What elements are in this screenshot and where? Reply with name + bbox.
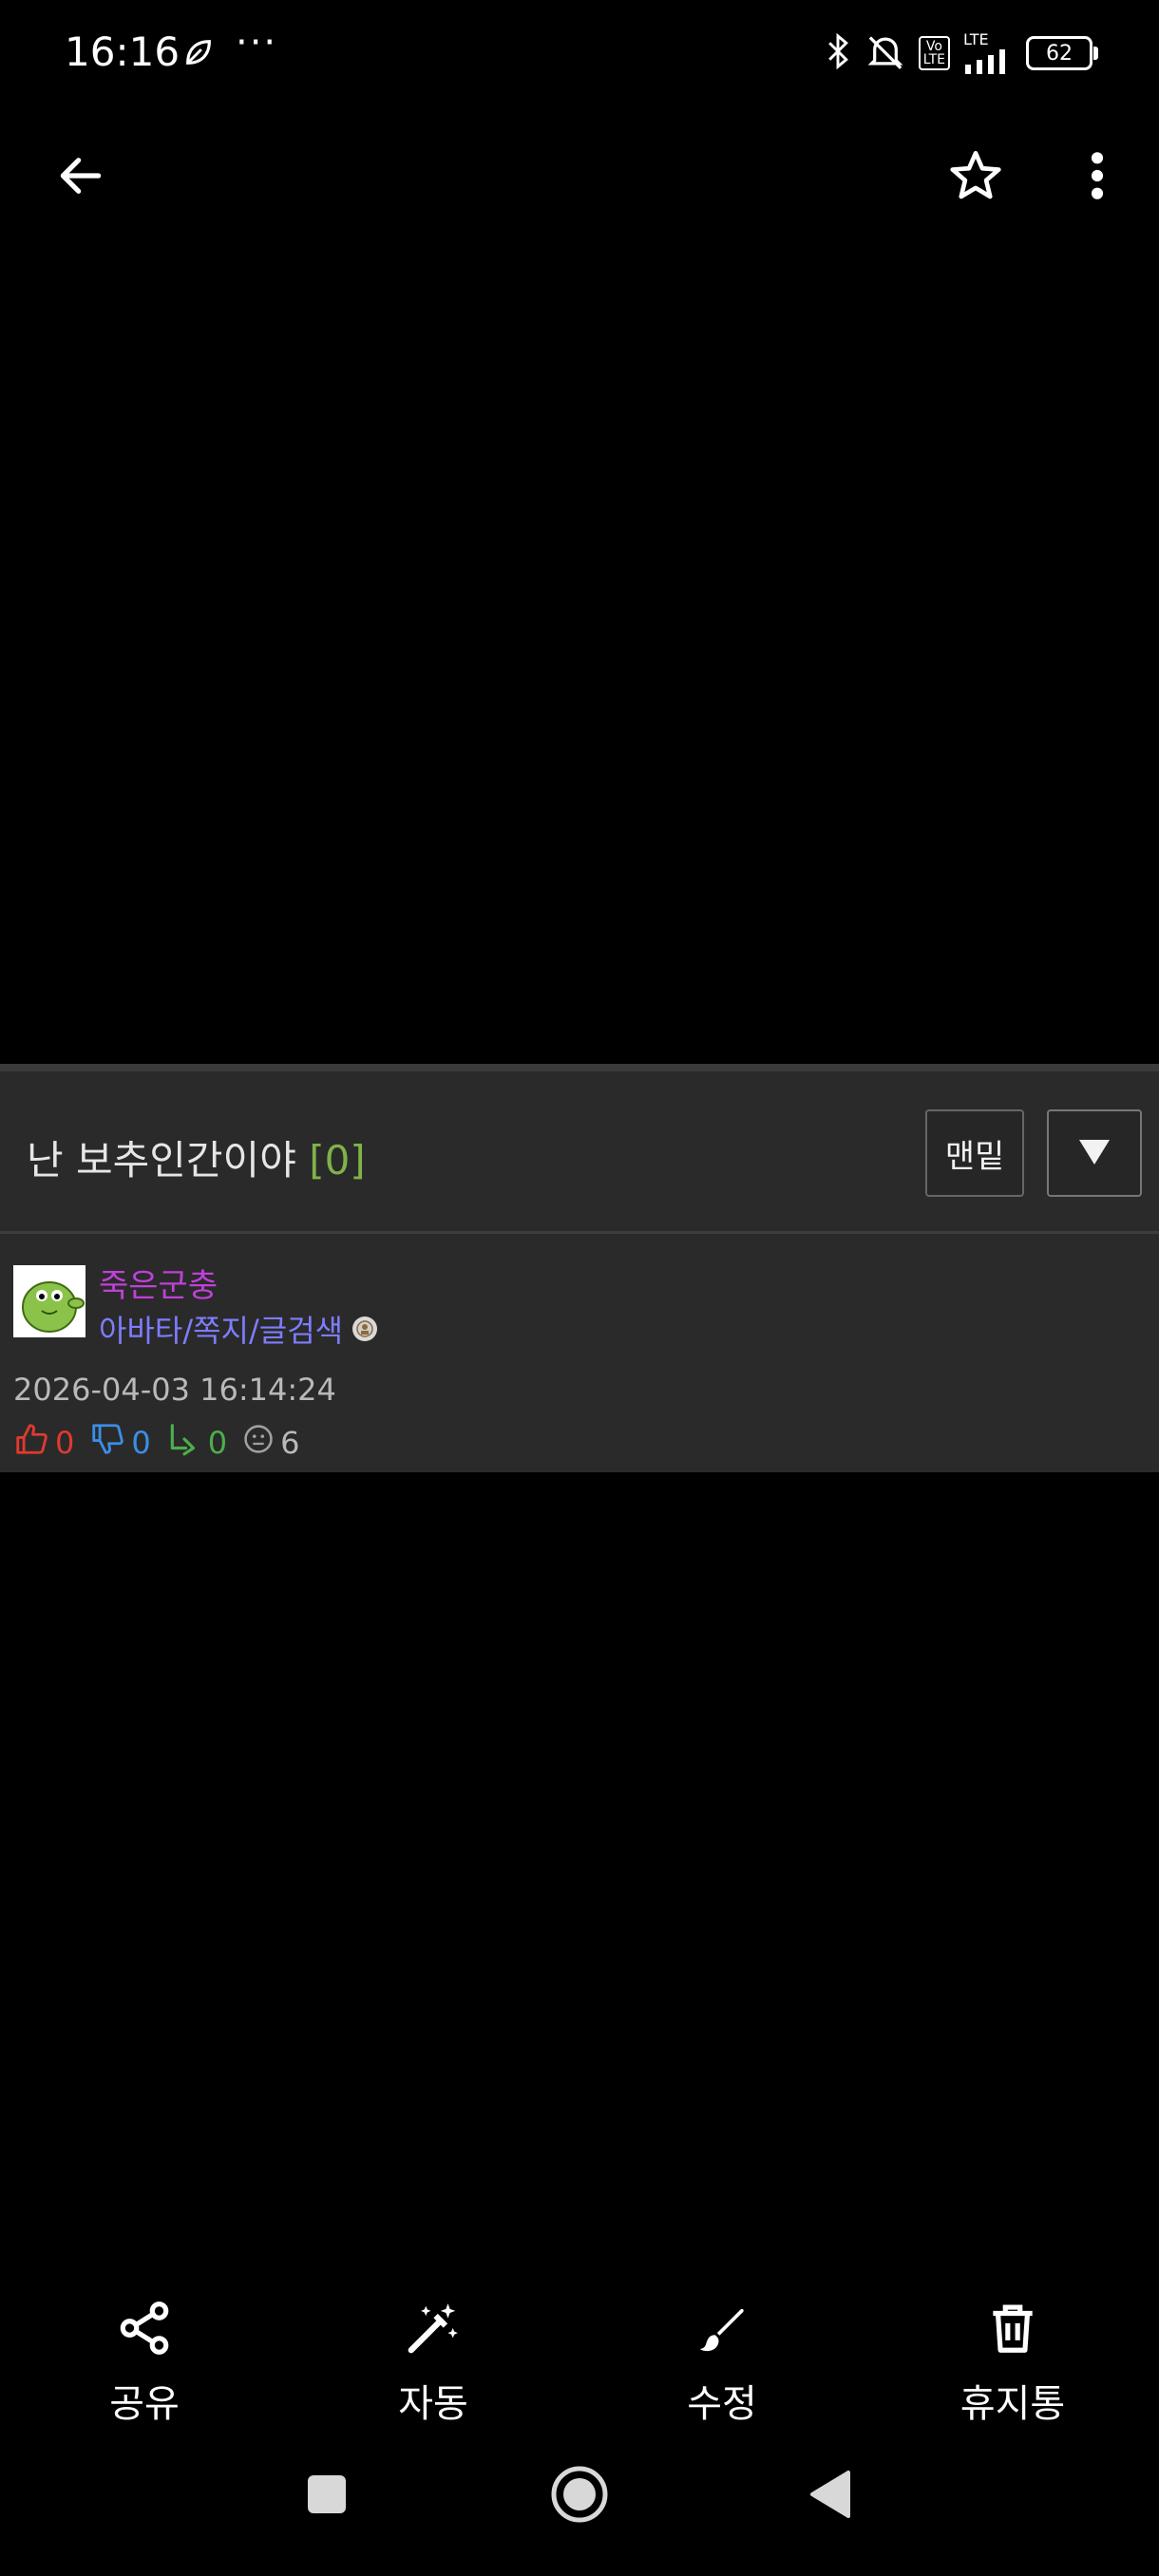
favorite-button[interactable] — [942, 144, 1009, 211]
status-icons: Vo LTE LTE 62 — [824, 32, 1098, 74]
share-icon — [115, 2299, 174, 2361]
trash-button[interactable]: 휴지통 — [918, 2299, 1108, 2428]
post-title-text: 난 보추인간이야 — [27, 1137, 296, 1184]
face-icon — [242, 1423, 275, 1463]
arrow-left-icon — [54, 149, 107, 206]
more-notifications-icon: ··· — [236, 21, 278, 65]
status-bar: 16:16 ··· Vo LTE LTE 62 — [0, 0, 1159, 114]
view-count: 6 — [280, 1425, 300, 1461]
view-stat: 6 — [242, 1423, 299, 1463]
battery-level: 62 — [1046, 41, 1073, 66]
status-time: 16:16 — [65, 28, 180, 75]
recent-apps-button[interactable] — [302, 2472, 352, 2521]
auto-label: 자동 — [398, 2382, 468, 2426]
like-stat[interactable]: 0 — [13, 1421, 74, 1465]
post-date: 2026-04-03 16:14:24 — [13, 1372, 336, 1408]
overflow-menu-button[interactable] — [1064, 144, 1130, 211]
battery-icon: 62 — [1026, 36, 1098, 70]
user-badge-icon — [352, 1316, 378, 1341]
action-bar: 공유 자동 수정 휴지통 — [0, 2280, 1159, 2432]
nav-back-button[interactable] — [806, 2470, 855, 2523]
navigation-bar — [0, 2451, 1159, 2565]
leaf-icon — [182, 36, 215, 72]
square-icon — [306, 2473, 348, 2519]
triangle-down-icon — [1075, 1136, 1113, 1170]
volte-icon: Vo LTE — [918, 36, 950, 70]
reply-arrow-icon — [166, 1421, 202, 1465]
back-button[interactable] — [48, 144, 114, 211]
expand-button[interactable] — [1047, 1109, 1142, 1197]
share-button[interactable]: 공유 — [49, 2299, 239, 2428]
home-button[interactable] — [549, 2466, 610, 2527]
star-outline-icon — [946, 146, 1005, 209]
author-links: 아바타/쪽지/글검색 — [99, 1307, 378, 1351]
edit-label: 수정 — [687, 2382, 757, 2426]
trash-label: 휴지통 — [960, 2382, 1066, 2426]
scroll-bottom-button[interactable]: 맨밑 — [925, 1109, 1024, 1197]
app-bar — [0, 123, 1159, 228]
dislike-count: 0 — [131, 1425, 151, 1461]
author-links-text[interactable]: 아바타/쪽지/글검색 — [99, 1307, 343, 1351]
thumbs-down-icon — [89, 1421, 125, 1465]
triangle-back-icon — [808, 2470, 852, 2523]
bell-muted-icon — [865, 32, 905, 74]
dislike-stat[interactable]: 0 — [89, 1421, 151, 1465]
more-vert-icon — [1088, 149, 1107, 206]
bluetooth-icon — [824, 32, 852, 73]
thumbs-up-icon — [13, 1421, 49, 1465]
circle-icon — [550, 2465, 609, 2528]
magic-wand-icon — [404, 2299, 463, 2361]
like-count: 0 — [55, 1425, 75, 1461]
post-title-row: 난 보추인간이야 [0] 맨밑 — [0, 1073, 1159, 1231]
edit-button[interactable]: 수정 — [627, 2299, 817, 2428]
comment-count[interactable]: [0] — [309, 1137, 366, 1184]
post-stats: 0 0 0 6 — [13, 1421, 314, 1465]
avatar[interactable] — [13, 1265, 86, 1337]
share-stat[interactable]: 0 — [166, 1421, 227, 1465]
post-top-divider — [0, 1064, 1159, 1071]
brush-icon — [693, 2299, 751, 2361]
author-name[interactable]: 죽은군충 — [99, 1260, 218, 1306]
signal-icon: LTE — [963, 32, 1013, 74]
auto-button[interactable]: 자동 — [338, 2299, 528, 2428]
post-title: 난 보추인간이야 [0] — [27, 1128, 366, 1186]
share-label: 공유 — [109, 2382, 180, 2426]
trash-icon — [983, 2299, 1042, 2361]
share-count: 0 — [207, 1425, 228, 1461]
post-header-divider — [0, 1231, 1159, 1234]
